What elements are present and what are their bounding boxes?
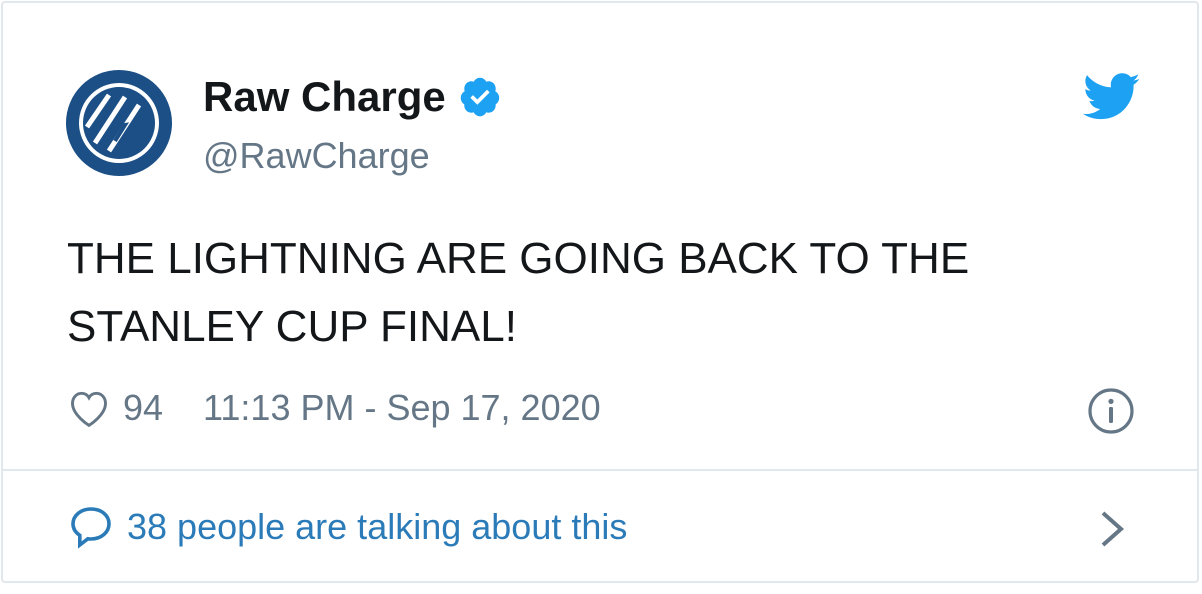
author-name-row[interactable]: Raw Charge	[203, 73, 502, 121]
tweet-text: THE LIGHTNING ARE GOING BACK TO THE STAN…	[67, 234, 970, 351]
like-count[interactable]: 94	[123, 387, 163, 429]
heart-icon[interactable]	[67, 387, 111, 429]
divider	[3, 469, 1197, 471]
twitter-bird-icon[interactable]	[1083, 73, 1141, 121]
verified-badge-icon	[460, 77, 499, 117]
tweet-meta: 94 11:13 PM - Sep 17, 2020	[67, 387, 601, 429]
speech-bubble-icon	[71, 507, 111, 549]
info-icon[interactable]	[1087, 387, 1135, 435]
conversation-link[interactable]: 38 people are talking about this	[67, 503, 627, 551]
chevron-right-icon[interactable]	[1099, 509, 1127, 549]
tweet-timestamp[interactable]: 11:13 PM - Sep 17, 2020	[203, 387, 601, 429]
talking-about-text[interactable]: 38 people are talking about this	[127, 506, 627, 548]
user-handle[interactable]: @RawCharge	[203, 135, 430, 177]
display-name[interactable]: Raw Charge	[203, 73, 446, 121]
avatar[interactable]	[65, 69, 173, 177]
tweet-card[interactable]: Raw Charge @RawCharge THE LIGHTNING ARE …	[1, 1, 1199, 583]
